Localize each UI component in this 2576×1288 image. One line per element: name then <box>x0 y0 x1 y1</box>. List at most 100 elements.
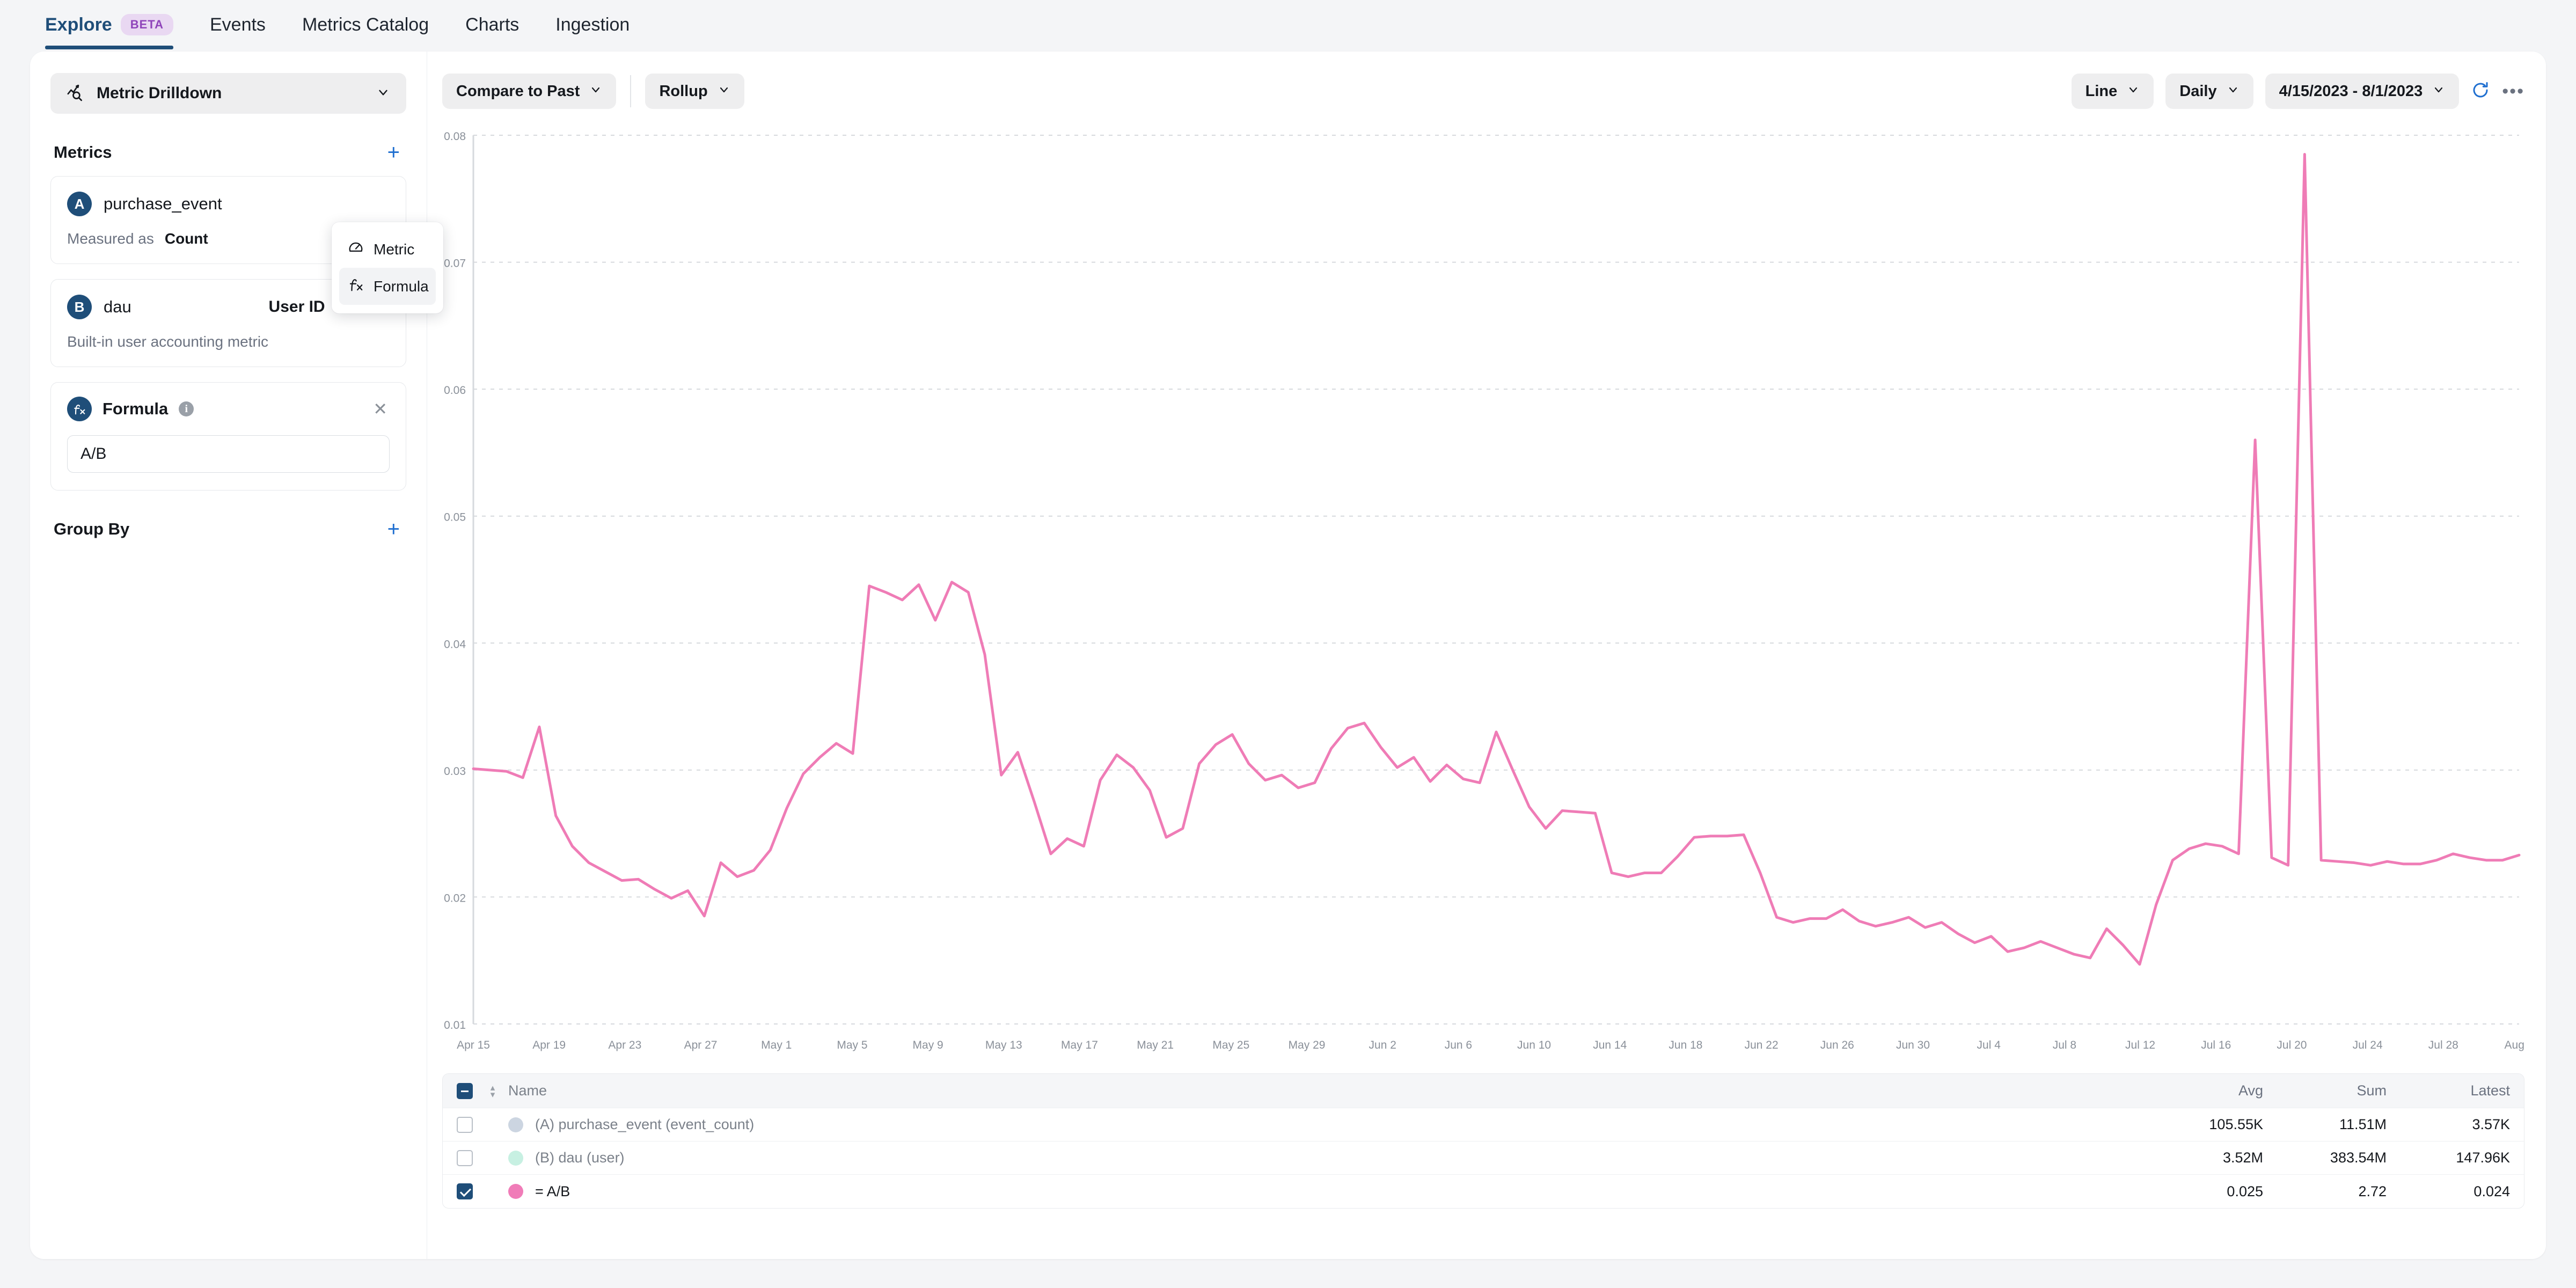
granularity-button[interactable]: Daily <box>2165 74 2253 109</box>
gauge-icon <box>348 239 364 259</box>
nav-tab-charts-label: Charts <box>465 14 519 35</box>
nav-tab-metrics-catalog[interactable]: Metrics Catalog <box>284 14 447 49</box>
compare-to-past-button[interactable]: Compare to Past <box>442 74 617 109</box>
nav-tab-charts[interactable]: Charts <box>447 14 537 49</box>
svg-text:May 25: May 25 <box>1212 1039 1249 1051</box>
info-icon[interactable]: i <box>179 401 194 416</box>
series-sum-a: 11.51M <box>2339 1116 2387 1132</box>
date-range-button[interactable]: 4/15/2023 - 8/1/2023 <box>2265 74 2460 109</box>
metric-drilldown-selector[interactable]: Metric Drilldown <box>50 73 406 114</box>
svg-text:Jun 14: Jun 14 <box>1593 1039 1627 1051</box>
series-latest-b: 147.96K <box>2456 1150 2510 1166</box>
nav-tab-explore-label: Explore <box>45 14 112 35</box>
toolbar-divider <box>630 75 632 107</box>
column-header-latest[interactable]: Latest <box>2387 1082 2510 1099</box>
svg-text:Jul 24: Jul 24 <box>2353 1039 2383 1051</box>
svg-text:0.05: 0.05 <box>444 511 466 524</box>
main-content-card: Metric Drilldown Metrics + A purchase_ev… <box>30 52 2546 1259</box>
series-latest-formula: 0.024 <box>2473 1183 2510 1199</box>
remove-formula-icon[interactable]: ✕ <box>371 399 390 419</box>
metric-drilldown-label: Metric Drilldown <box>97 84 222 102</box>
add-metric-button[interactable]: + <box>384 142 403 163</box>
metric-user-id-label[interactable]: User ID <box>269 298 325 316</box>
column-header-avg[interactable]: Avg <box>2140 1082 2263 1099</box>
rollup-button[interactable]: Rollup <box>645 74 744 109</box>
svg-text:May 9: May 9 <box>913 1039 943 1051</box>
svg-text:Jun 6: Jun 6 <box>1445 1039 1472 1051</box>
compare-to-past-label: Compare to Past <box>456 82 580 100</box>
column-header-sum[interactable]: Sum <box>2263 1082 2387 1099</box>
svg-text:0.04: 0.04 <box>444 638 466 650</box>
column-header-name[interactable]: Name <box>508 1082 2140 1099</box>
formula-input[interactable]: A/B <box>67 435 390 473</box>
svg-text:Jun 22: Jun 22 <box>1745 1039 1779 1051</box>
metrics-section-header: Metrics + <box>54 142 403 163</box>
svg-text:0.06: 0.06 <box>444 384 466 397</box>
svg-text:Jul 8: Jul 8 <box>2053 1039 2076 1051</box>
svg-text:Apr 23: Apr 23 <box>608 1039 641 1051</box>
chevron-down-icon <box>589 83 602 100</box>
refresh-icon[interactable] <box>2471 80 2490 103</box>
series-name-formula: = A/B <box>535 1183 570 1199</box>
nav-tab-events-label: Events <box>209 14 266 35</box>
chevron-down-icon <box>718 83 730 100</box>
formula-title-label: Formula <box>103 399 169 418</box>
svg-text:May 17: May 17 <box>1061 1039 1098 1051</box>
select-all-checkbox[interactable] <box>457 1082 473 1099</box>
metrics-header-label: Metrics <box>54 143 112 162</box>
chart-toolbar: Compare to Past Rollup Line Daily 4/15/2… <box>442 71 2524 112</box>
sort-toggle-icon[interactable]: ▴ ▾ <box>486 1083 500 1099</box>
svg-text:Jun 2: Jun 2 <box>1369 1039 1396 1051</box>
beta-badge: BETA <box>120 14 173 35</box>
svg-text:May 29: May 29 <box>1289 1039 1326 1051</box>
chart-more-options-icon[interactable]: ••• <box>2502 81 2524 102</box>
row-checkbox-formula[interactable] <box>457 1183 473 1199</box>
date-range-label: 4/15/2023 - 8/1/2023 <box>2279 82 2423 100</box>
formula-badge-icon <box>67 397 92 421</box>
nav-tab-ingestion[interactable]: Ingestion <box>537 14 648 49</box>
series-avg-a: 105.55K <box>2209 1116 2263 1132</box>
table-header-row: ▴ ▾ Name Avg Sum Latest <box>443 1074 2524 1108</box>
measured-as-value[interactable]: Count <box>165 230 208 247</box>
svg-text:Jul 16: Jul 16 <box>2201 1039 2231 1051</box>
series-latest-a: 3.57K <box>2472 1116 2510 1132</box>
metric-name-purchase-event: purchase_event <box>104 194 222 213</box>
popup-item-metric[interactable]: Metric <box>339 231 436 268</box>
chevron-down-icon <box>376 85 390 102</box>
top-navigation: Explore BETA Events Metrics Catalog Char… <box>0 0 2576 49</box>
series-avg-formula: 0.025 <box>2227 1183 2263 1199</box>
chart-type-label: Line <box>2085 82 2118 100</box>
table-row[interactable]: (A) purchase_event (event_count) 105.55K… <box>443 1108 2524 1141</box>
svg-text:May 13: May 13 <box>985 1039 1022 1051</box>
nav-tab-events[interactable]: Events <box>192 14 284 49</box>
table-row[interactable]: = A/B 0.025 2.72 0.024 <box>443 1175 2524 1208</box>
nav-tab-explore[interactable]: Explore BETA <box>30 14 192 49</box>
chart-type-button[interactable]: Line <box>2071 74 2154 109</box>
series-color-dot-formula <box>508 1184 523 1199</box>
chart-svg[interactable]: 0.01 0.02 0.03 0.04 0.05 0.06 0.07 0.08 Apr 15 Ap… <box>442 126 2524 1070</box>
svg-text:0.02: 0.02 <box>444 892 466 904</box>
metric-drilldown-icon <box>67 83 85 104</box>
metric-badge-a: A <box>67 192 92 216</box>
query-builder-sidebar: Metric Drilldown Metrics + A purchase_ev… <box>30 52 443 1259</box>
add-group-by-button[interactable]: + <box>384 518 403 540</box>
svg-text:Jun 10: Jun 10 <box>1517 1039 1551 1051</box>
popup-item-formula[interactable]: Formula <box>339 268 436 305</box>
chevron-down-icon <box>2432 83 2445 100</box>
measured-as-label: Measured as <box>67 230 154 247</box>
add-metric-popup-menu: Metric Formula <box>332 222 443 313</box>
group-by-section-header: Group By + <box>54 518 403 540</box>
svg-text:0.08: 0.08 <box>444 130 466 143</box>
table-row[interactable]: (B) dau (user) 3.52M 383.54M 147.96K <box>443 1141 2524 1175</box>
nav-tab-ingestion-label: Ingestion <box>555 14 630 35</box>
svg-text:Jun 18: Jun 18 <box>1668 1039 1702 1051</box>
row-checkbox-b[interactable] <box>457 1150 473 1166</box>
rollup-label: Rollup <box>659 82 708 100</box>
svg-text:Aug 1: Aug 1 <box>2505 1039 2524 1051</box>
chart-panel: Compare to Past Rollup Line Daily 4/15/2… <box>427 52 2546 1259</box>
row-checkbox-a[interactable] <box>457 1116 473 1133</box>
svg-text:Jul 4: Jul 4 <box>1977 1039 2001 1051</box>
svg-text:May 5: May 5 <box>837 1039 867 1051</box>
granularity-label: Daily <box>2179 82 2217 100</box>
series-avg-b: 3.52M <box>2222 1150 2263 1166</box>
